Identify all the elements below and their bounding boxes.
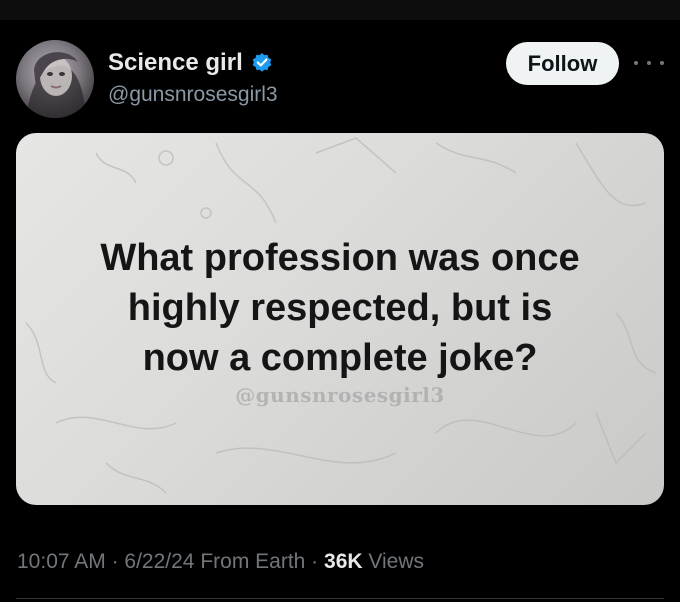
dot: [647, 61, 651, 65]
follow-button[interactable]: Follow: [506, 42, 619, 85]
profile-photo-icon: [26, 52, 86, 118]
author-name-row[interactable]: Science girl: [108, 48, 273, 78]
tweet-metadata: 10:07 AM · 6/22/24 From Earth · 36K View…: [17, 548, 424, 576]
separator: ·: [305, 550, 325, 573]
avatar[interactable]: [16, 40, 94, 118]
tweet-source: From Earth: [194, 550, 306, 573]
separator: ·: [105, 550, 125, 573]
tweet-time[interactable]: 10:07 AM: [17, 550, 106, 573]
top-bar: [0, 0, 680, 20]
dot: [660, 61, 664, 65]
image-watermark: @gunsnrosesgirl3: [235, 383, 445, 407]
verified-badge-icon: [251, 52, 273, 74]
tweet-media-image[interactable]: What profession was once highly respecte…: [16, 133, 664, 505]
views-count[interactable]: 36K: [324, 550, 363, 573]
dot: [634, 61, 638, 65]
question-text: What profession was once highly respecte…: [100, 237, 580, 379]
divider: [16, 598, 664, 599]
author-handle[interactable]: @gunsnrosesgirl3: [108, 82, 278, 108]
views-label[interactable]: Views: [363, 550, 424, 573]
ellipsis-icon[interactable]: [634, 56, 664, 70]
tweet-date[interactable]: 6/22/24: [124, 550, 194, 573]
author-display-name[interactable]: Science girl: [108, 48, 243, 78]
